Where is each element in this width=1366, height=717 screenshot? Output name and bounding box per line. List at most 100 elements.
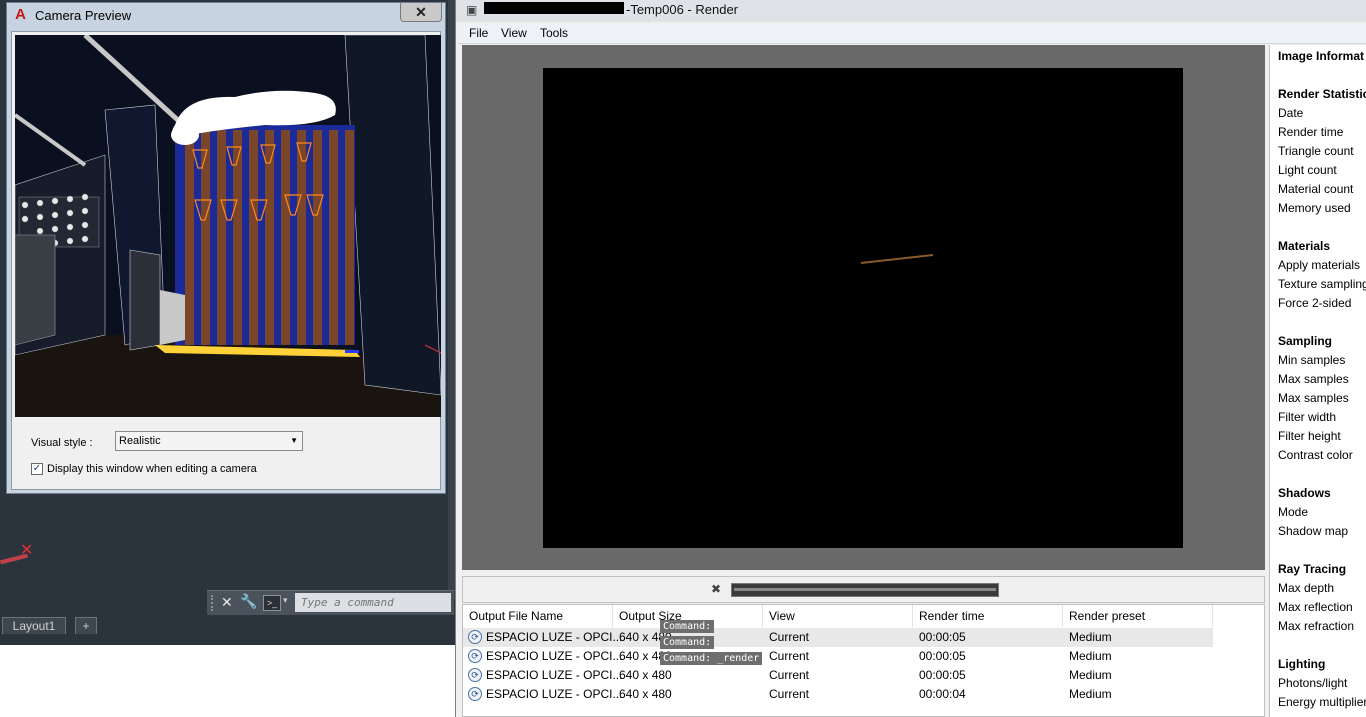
stat-item: Photons/light	[1278, 676, 1348, 690]
row-view: Current	[769, 668, 810, 682]
tab-layout1[interactable]: Layout1	[2, 617, 66, 634]
display-window-label: Display this window when editing a camer…	[47, 463, 257, 475]
close-icon[interactable]: ✕	[221, 594, 233, 611]
stat-item: Max refraction	[1278, 619, 1355, 633]
lighting-heading: Lighting	[1278, 657, 1326, 671]
camera-preview-body: Visual style : Realistic ▼ ✓ Display thi…	[11, 31, 441, 490]
render-history-table: Output File Name Output Size View Render…	[462, 604, 1265, 717]
menu-file[interactable]: File	[469, 26, 488, 40]
window-title: -Temp006 - Render	[626, 2, 738, 17]
command-history-line: Command: _render	[660, 652, 763, 665]
ray-tracing-heading: Ray Tracing	[1278, 562, 1347, 576]
stat-item: Memory used	[1278, 201, 1351, 215]
command-input[interactable]	[295, 593, 451, 612]
window-title: Camera Preview	[35, 8, 132, 23]
progress-row: ✖	[462, 576, 1265, 603]
row-preset: Medium	[1069, 687, 1112, 701]
display-window-checkbox[interactable]: ✓	[31, 463, 43, 475]
drawing-scrollbar[interactable]	[448, 0, 455, 600]
rendered-line	[860, 254, 934, 264]
stat-item: Shadow map	[1278, 524, 1349, 538]
visual-style-value: Realistic	[119, 435, 161, 447]
image-info-heading: Image Informat	[1278, 49, 1365, 63]
render-progress-fill	[734, 588, 996, 591]
close-button[interactable]: ✕	[400, 3, 442, 22]
render-viewport[interactable]	[462, 45, 1265, 570]
column-header-preset[interactable]: Render preset	[1063, 605, 1213, 627]
sampling-heading: Sampling	[1278, 334, 1333, 348]
render-statistics-panel: Image Informat Render Statistic Date Ren…	[1269, 45, 1366, 717]
menu-view[interactable]: View	[501, 26, 527, 40]
stat-item: Max samples	[1278, 372, 1349, 386]
row-preset: Medium	[1069, 668, 1112, 682]
stat-item: Triangle count	[1278, 144, 1354, 158]
row-file: ESPACIO LUZE - OPCI...	[486, 630, 623, 644]
table-row[interactable]: ⟳ ESPACIO LUZE - OPCI... 640 x 480 Curre…	[463, 666, 1213, 685]
menu-tools[interactable]: Tools	[540, 26, 568, 40]
stat-item: Date	[1278, 106, 1304, 120]
stat-item: Render time	[1278, 125, 1344, 139]
row-view: Current	[769, 649, 810, 663]
render-titlebar[interactable]: ▣ -Temp006 - Render	[456, 0, 1366, 22]
scene-render	[15, 35, 441, 417]
render-file-icon: ⟳	[468, 668, 482, 682]
camera-viewport	[15, 35, 441, 417]
camera-preview-window: A Camera Preview ✕ Visual style: Realis…	[6, 2, 446, 494]
column-header-time[interactable]: Render time	[913, 605, 1063, 627]
row-time: 00:00:05	[919, 649, 966, 663]
row-file: ESPACIO LUZE - OPCI...	[486, 668, 623, 682]
row-size: 640 x 480	[619, 668, 672, 682]
chevron-down-icon[interactable]: ▼	[290, 432, 298, 450]
autocad-logo-icon: A	[15, 6, 26, 23]
rendered-image	[543, 68, 1183, 548]
camera-preview-titlebar[interactable]: A Camera Preview ✕	[7, 3, 445, 29]
stat-item: Energy multiplier	[1278, 695, 1366, 709]
command-line: ✕ 🔧 >_ ▾	[207, 590, 454, 615]
table-row[interactable]: ⟳ ESPACIO LUZE - OPCI... 640 x 480 Curre…	[463, 628, 1213, 647]
column-header-file[interactable]: Output File Name	[463, 605, 613, 627]
render-file-icon: ⟳	[468, 649, 482, 663]
render-file-icon: ⟳	[468, 687, 482, 701]
command-history-line: Command:	[660, 636, 715, 649]
table-row[interactable]: ⟳ ESPACIO LUZE - OPCI... 640 x 480 Curre…	[463, 685, 1213, 704]
render-window: ▣ -Temp006 - Render File View Tools ✖ Ou…	[455, 0, 1366, 717]
stat-item: Force 2-sided	[1278, 296, 1352, 310]
row-time: 00:00:04	[919, 687, 966, 701]
column-header-view[interactable]: View	[763, 605, 913, 627]
menu-bar: File View Tools	[458, 24, 1366, 44]
status-area	[0, 645, 455, 717]
stat-item: Max depth	[1278, 581, 1335, 595]
visual-style-select[interactable]: Realistic ▼	[115, 431, 303, 451]
render-window-icon: ▣	[466, 3, 478, 17]
render-progress-bar	[731, 583, 999, 597]
cancel-render-icon[interactable]: ✖	[711, 582, 721, 596]
add-layout-button[interactable]: +	[75, 617, 97, 634]
render-statistics-heading: Render Statistic	[1278, 87, 1366, 101]
row-preset: Medium	[1069, 649, 1112, 663]
row-size: 640 x 480	[619, 687, 672, 701]
stat-item: Material count	[1278, 182, 1354, 196]
stat-item: Mode	[1278, 505, 1309, 519]
stat-item: Filter height	[1278, 429, 1341, 443]
command-prompt-icon[interactable]: >_	[263, 595, 281, 611]
stat-item: Min samples	[1278, 353, 1346, 367]
redacted-title	[484, 2, 624, 14]
row-time: 00:00:05	[919, 630, 966, 644]
stat-item: Max samples	[1278, 391, 1349, 405]
command-history-line: Command:	[660, 620, 715, 633]
render-file-icon: ⟳	[468, 630, 482, 644]
row-file: ESPACIO LUZE - OPCI...	[486, 649, 623, 663]
row-time: 00:00:05	[919, 668, 966, 682]
stat-item: Texture sampling	[1278, 277, 1366, 291]
stat-item: Light count	[1278, 163, 1337, 177]
row-view: Current	[769, 687, 810, 701]
materials-heading: Materials	[1278, 239, 1331, 253]
table-row[interactable]: ⟳ ESPACIO LUZE - OPCI... 640 x 480 Curre…	[463, 647, 1213, 666]
stat-item: Apply materials	[1278, 258, 1361, 272]
wrench-icon[interactable]: 🔧	[240, 593, 257, 610]
command-line-grip[interactable]	[211, 595, 219, 611]
chevron-down-icon[interactable]: ▾	[283, 595, 288, 606]
stat-item: Max reflection	[1278, 600, 1353, 614]
row-view: Current	[769, 630, 810, 644]
row-file: ESPACIO LUZE - OPCI...	[486, 687, 623, 701]
